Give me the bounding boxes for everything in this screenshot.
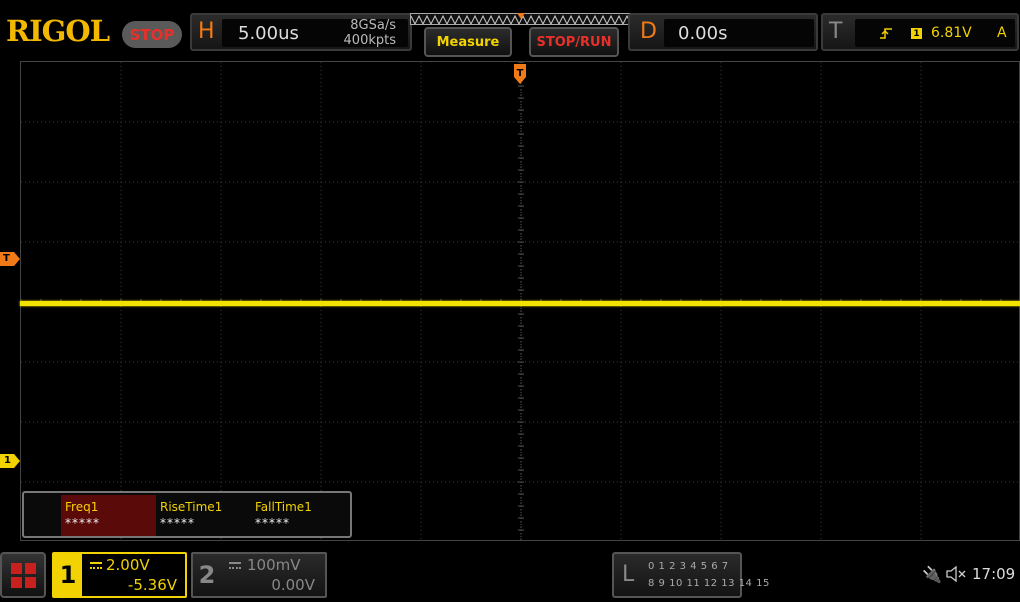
- measurement-name: RiseTime1: [160, 500, 223, 514]
- trigger-position-label: T: [517, 68, 524, 79]
- rigol-logo: RIGOL: [6, 14, 110, 48]
- trigger-position-marker[interactable]: T: [514, 64, 526, 84]
- channel-2-number: 2: [198, 561, 216, 589]
- trigger-source-badge: 1: [911, 28, 922, 39]
- measurement-panel[interactable]: Freq1 ***** RiseTime1 ***** FallTime1 **…: [22, 491, 352, 538]
- timebase-value: 5.00us: [238, 23, 299, 44]
- measurement-item[interactable]: RiseTime1 *****: [156, 495, 251, 536]
- clock-time: 17:09: [972, 565, 1016, 583]
- trigger-level-marker[interactable]: T: [0, 252, 20, 266]
- menu-grid-icon: [11, 563, 22, 574]
- acquisition-info: 8GSa/s 400kpts: [344, 18, 396, 48]
- dc-coupling-icon: [229, 562, 241, 570]
- measurement-name: Freq1: [65, 500, 99, 514]
- logic-channels-row-1: 0 1 2 3 4 5 6 7: [648, 561, 729, 572]
- horizontal-letter: H: [198, 19, 215, 44]
- memory-depth: 400kpts: [343, 33, 396, 48]
- dc-coupling-icon: [90, 562, 102, 570]
- horizontal-panel[interactable]: H 5.00us 8GSa/s 400kpts: [190, 13, 412, 51]
- measurement-value: *****: [160, 516, 195, 530]
- measurement-name: FallTime1: [255, 500, 312, 514]
- trigger-letter: T: [829, 19, 843, 44]
- measurement-item[interactable]: Freq1 *****: [61, 495, 156, 536]
- ch1-offset-marker[interactable]: 1: [0, 454, 20, 468]
- logic-analyzer-letter: L: [622, 562, 635, 587]
- stop-run-button[interactable]: STOP/RUN: [529, 27, 619, 57]
- usb-icon: 🔌: [922, 565, 942, 584]
- channel-2-scale: 100mV: [247, 556, 301, 574]
- delay-value: 0.00s: [678, 23, 728, 44]
- channel-1-trace: [20, 301, 1020, 306]
- measurement-item[interactable]: FallTime1 *****: [251, 495, 346, 536]
- menu-grid-icon-cell: [25, 577, 36, 588]
- channel-1-scale: 2.00V: [106, 556, 150, 574]
- measure-button[interactable]: Measure: [424, 27, 512, 57]
- measurement-value: *****: [65, 516, 100, 530]
- logic-channels-row-2: 8 9 10 11 12 13 14 15: [648, 578, 770, 589]
- speaker-mute-icon[interactable]: [946, 566, 968, 582]
- sample-rate: 8GSa/s: [350, 18, 396, 33]
- trigger-mode: A: [997, 25, 1007, 41]
- delay-letter: D: [640, 19, 657, 44]
- menu-grid-icon-cell: [11, 577, 22, 588]
- delay-panel[interactable]: D 0.00s: [628, 13, 818, 51]
- channel-2-label[interactable]: 2 100mV 0.00V: [191, 552, 327, 598]
- run-state-badge[interactable]: STOP: [122, 21, 182, 48]
- channel-1-label[interactable]: 1 2.00V -5.36V: [52, 552, 187, 598]
- menu-grid-icon-cell: [25, 563, 36, 574]
- channel-2-offset: 0.00V: [271, 576, 315, 594]
- trigger-level: 6.81V: [931, 25, 972, 41]
- memory-trigger-marker: [517, 13, 525, 19]
- trigger-panel[interactable]: T 1 6.81V A: [821, 13, 1019, 51]
- rising-edge-icon: [880, 28, 892, 39]
- main-menu-button[interactable]: [0, 552, 46, 598]
- logic-analyzer-panel[interactable]: L 0 1 2 3 4 5 6 7 8 9 10 11 12 13 14 15: [612, 552, 769, 598]
- measurement-value: *****: [255, 516, 290, 530]
- channel-1-offset: -5.36V: [127, 576, 177, 594]
- channel-1-number: 1: [54, 554, 82, 596]
